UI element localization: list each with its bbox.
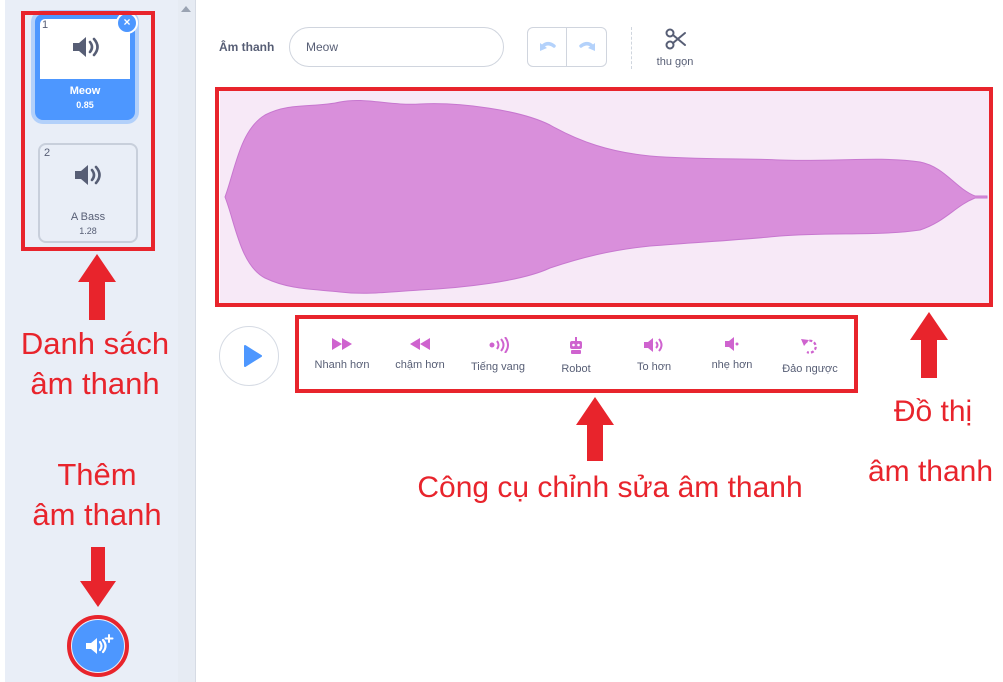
scissors-icon — [665, 28, 686, 50]
play-sound-button[interactable] — [219, 326, 279, 386]
annotation-add-sound-line2: âm thanh — [32, 497, 162, 532]
effects-highlight — [295, 315, 858, 393]
annotation-sound-list-line2: âm thanh — [30, 366, 160, 401]
sound-name-input[interactable]: Meow — [289, 27, 504, 67]
up-arrow-annotation-icon — [576, 397, 614, 461]
up-arrow-annotation-icon — [78, 254, 116, 320]
scroll-up-arrow-icon[interactable] — [181, 6, 191, 12]
trim-label: thu gọn — [656, 56, 694, 68]
annotation-add-sound: Thêm âm thanh — [0, 455, 194, 535]
sound-list-highlight — [21, 11, 155, 251]
up-arrow-annotation-icon — [910, 312, 948, 378]
undo-button[interactable] — [527, 27, 567, 67]
annotation-graph-line2: âm thanh — [867, 455, 994, 488]
annotation-sound-list-line1: Danh sách — [20, 326, 170, 361]
add-sound-button[interactable] — [72, 620, 124, 672]
undo-icon — [540, 42, 556, 51]
annotation-sound-list: Danh sách âm thanh — [0, 324, 190, 404]
down-arrow-annotation-icon — [80, 547, 116, 607]
play-icon — [244, 345, 262, 367]
annotation-graph-line1: Đồ thị — [893, 395, 973, 428]
redo-icon — [579, 42, 595, 51]
trim-button[interactable]: thu gọn — [648, 26, 702, 72]
waveform-highlight — [215, 87, 993, 307]
sound-name-label: Âm thanh — [219, 40, 275, 54]
add-sound-icon — [86, 634, 114, 654]
annotation-add-sound-line1: Thêm — [57, 457, 137, 492]
annotation-tools: Công cụ chỉnh sửa âm thanh — [417, 471, 803, 504]
toolbar-divider — [631, 27, 632, 69]
redo-button[interactable] — [567, 27, 607, 67]
